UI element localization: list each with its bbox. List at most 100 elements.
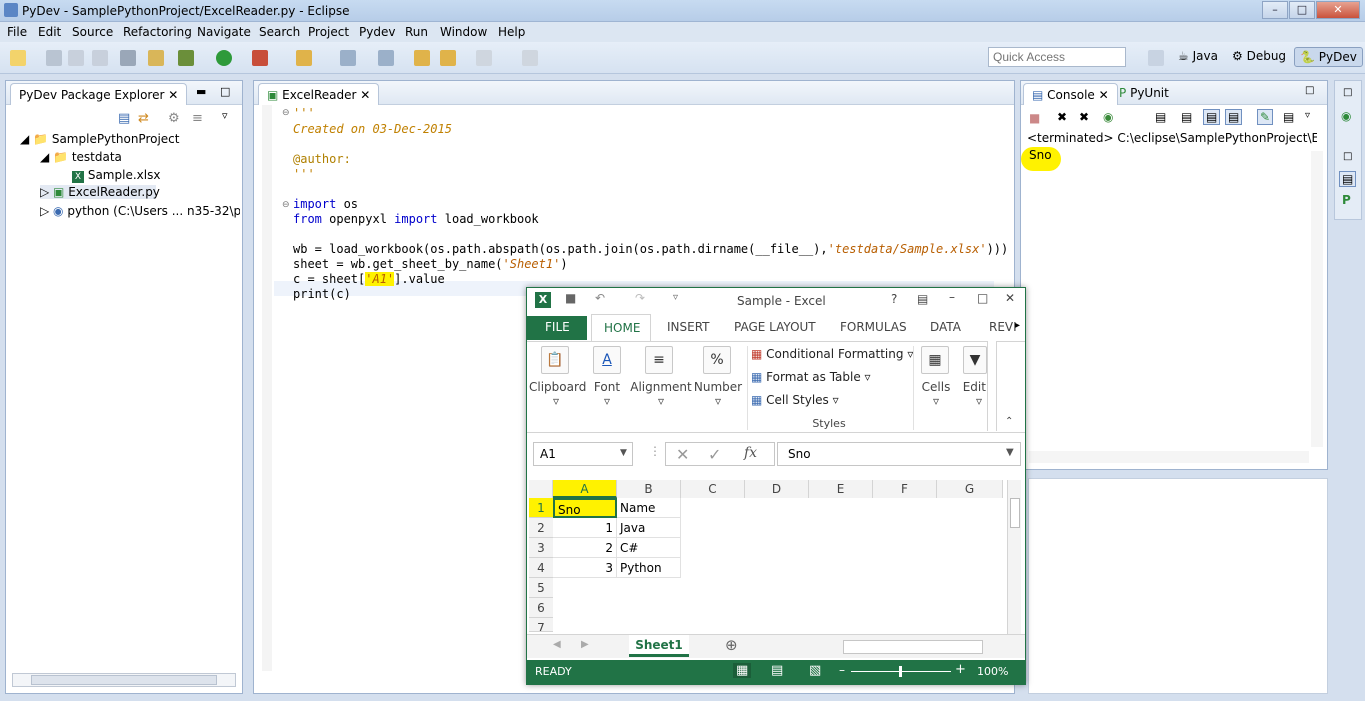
collapse-all-icon[interactable]: ▤ <box>118 111 130 126</box>
close-icon[interactable]: ✕ <box>360 88 370 102</box>
fold-icon[interactable]: ⊖ <box>282 200 290 210</box>
close-button[interactable]: ✕ <box>1316 1 1360 19</box>
pin-icon[interactable] <box>522 50 538 66</box>
row-header[interactable]: 2 <box>529 518 553 538</box>
perspective-debug[interactable]: ⚙ Debug <box>1232 49 1286 63</box>
number-icon[interactable]: % <box>703 346 731 374</box>
cancel-icon[interactable]: ✕ <box>676 445 689 464</box>
filter-icon[interactable]: ⚙ <box>168 111 180 126</box>
format-as-table-button[interactable]: ▦ Format as Table ▿ <box>751 370 871 384</box>
horizontal-scrollbar[interactable] <box>843 640 983 654</box>
minimize-icon[interactable]: ▬ <box>196 85 206 98</box>
tree-item-excelreader[interactable]: ▷ ▣ ExcelReader.py <box>40 185 160 199</box>
column-header-d[interactable]: D <box>745 480 809 498</box>
zoom-out-icon[interactable]: – <box>839 663 845 677</box>
tree-item-python-interpreter[interactable]: ▷ ◉ python (C:\Users ... n35-32\pyt <box>40 204 240 218</box>
maximize-icon[interactable]: □ <box>977 291 988 305</box>
column-header-b[interactable]: B <box>617 480 681 498</box>
scrollbar-thumb[interactable] <box>1010 498 1020 528</box>
show-stderr-icon[interactable]: ▤ <box>1225 109 1243 125</box>
alignment-icon[interactable]: ≡ <box>645 346 673 374</box>
fold-icon[interactable]: ⊖ <box>282 108 290 118</box>
annotation-icon[interactable] <box>340 50 356 66</box>
chevron-down-icon[interactable]: ▿ <box>1305 110 1310 121</box>
font-group[interactable]: Font ▿ <box>589 380 625 408</box>
save-all-icon[interactable] <box>68 50 84 66</box>
maximize-button[interactable]: □ <box>1289 1 1315 19</box>
tab-console[interactable]: ▤ Console ✕ <box>1023 83 1118 105</box>
select-all-corner[interactable] <box>529 480 553 498</box>
terminate-icon[interactable]: ■ <box>1029 111 1040 125</box>
quick-access-input[interactable] <box>988 47 1126 67</box>
row-header[interactable]: 1 <box>529 498 553 518</box>
cell-a4[interactable]: 3 <box>553 558 617 578</box>
next-sheet-icon[interactable]: ▶ <box>581 639 589 650</box>
menu-file[interactable]: File <box>7 25 27 39</box>
add-sheet-icon[interactable]: ⊕ <box>725 636 738 654</box>
scroll-lock-icon[interactable]: ▤ <box>1181 110 1192 124</box>
close-icon[interactable]: ✕ <box>1099 88 1109 102</box>
undo-icon[interactable]: ↶ <box>595 291 605 305</box>
perspective-pydev[interactable]: 🐍 PyDev <box>1294 47 1363 67</box>
cell-b2[interactable]: Java <box>617 518 681 538</box>
tree-item-project[interactable]: ◢ 📁 SamplePythonProject <box>20 132 179 146</box>
row-header[interactable]: 3 <box>529 538 553 558</box>
cells-icon[interactable]: ▦ <box>921 346 949 374</box>
menu-help[interactable]: Help <box>498 25 525 39</box>
vertical-scrollbar[interactable] <box>1007 480 1021 634</box>
font-icon[interactable]: A <box>593 346 621 374</box>
open-console-icon[interactable]: ✎ <box>1257 109 1274 125</box>
clear-console-icon[interactable]: ▤ <box>1155 110 1166 124</box>
help-button[interactable]: ? <box>891 292 897 306</box>
tab-insert[interactable]: INSERT <box>667 320 710 334</box>
insert-function-icon[interactable]: fx <box>744 445 757 461</box>
close-icon[interactable]: ✕ <box>168 88 178 102</box>
cell-b3[interactable]: C# <box>617 538 681 558</box>
maximize-icon[interactable]: □ <box>220 85 230 98</box>
cell-b4[interactable]: Python <box>617 558 681 578</box>
settings-icon[interactable] <box>120 50 136 66</box>
conditional-formatting-button[interactable]: ▦ Conditional Formatting ▿ <box>751 347 913 361</box>
restore-icon[interactable]: □ <box>1305 85 1314 96</box>
save-icon[interactable] <box>46 50 62 66</box>
show-stdout-icon[interactable]: ▤ <box>1203 109 1221 125</box>
perspective-java[interactable]: ☕ Java <box>1178 49 1218 63</box>
open-perspective-icon[interactable] <box>1148 50 1164 66</box>
link-editor-icon[interactable]: ⇄ <box>138 111 149 126</box>
menu-search[interactable]: Search <box>259 25 300 39</box>
name-box[interactable]: A1 ▼ <box>533 442 633 466</box>
menu-run[interactable]: Run <box>405 25 428 39</box>
view-menu-icon[interactable]: ≡ <box>192 111 203 126</box>
prev-sheet-icon[interactable]: ◀ <box>553 639 561 650</box>
menu-edit[interactable]: Edit <box>38 25 61 39</box>
new-icon[interactable] <box>10 50 26 66</box>
globe-icon[interactable]: ◉ <box>1341 109 1351 123</box>
print-icon[interactable] <box>92 50 108 66</box>
number-group[interactable]: Number ▿ <box>693 380 743 408</box>
row-header[interactable]: 6 <box>529 598 553 618</box>
restore-icon[interactable]: □ <box>1343 151 1352 162</box>
expand-formula-icon[interactable]: ▼ <box>1006 447 1014 458</box>
tab-data[interactable]: DATA <box>930 320 961 334</box>
minimize-button[interactable]: – <box>1262 1 1288 19</box>
next-annotation-icon[interactable] <box>378 50 394 66</box>
column-header-a[interactable]: A <box>553 480 617 498</box>
scrollbar-thumb[interactable] <box>31 675 217 685</box>
formula-input[interactable]: Sno ▼ <box>777 442 1021 466</box>
last-edit-icon[interactable] <box>414 50 430 66</box>
cell-b1[interactable]: Name <box>617 498 681 518</box>
clipboard-icon[interactable]: 📋 <box>541 346 569 374</box>
home-tab[interactable]: HOME <box>591 314 651 342</box>
editing-icon[interactable]: ▼ <box>963 346 987 374</box>
column-header-c[interactable]: C <box>681 480 745 498</box>
console-view-icon[interactable]: ▤ <box>1339 171 1357 187</box>
debug-icon[interactable] <box>178 50 194 66</box>
menu-navigate[interactable]: Navigate <box>197 25 251 39</box>
cell-a3[interactable]: 2 <box>553 538 617 558</box>
file-tab[interactable]: FILE <box>527 316 587 340</box>
forward-icon[interactable] <box>476 50 492 66</box>
edit-icon[interactable] <box>296 50 312 66</box>
collapse-ribbon-icon[interactable]: ⌃ <box>1005 416 1013 427</box>
column-header-e[interactable]: E <box>809 480 873 498</box>
zoom-in-icon[interactable]: + <box>955 662 966 677</box>
